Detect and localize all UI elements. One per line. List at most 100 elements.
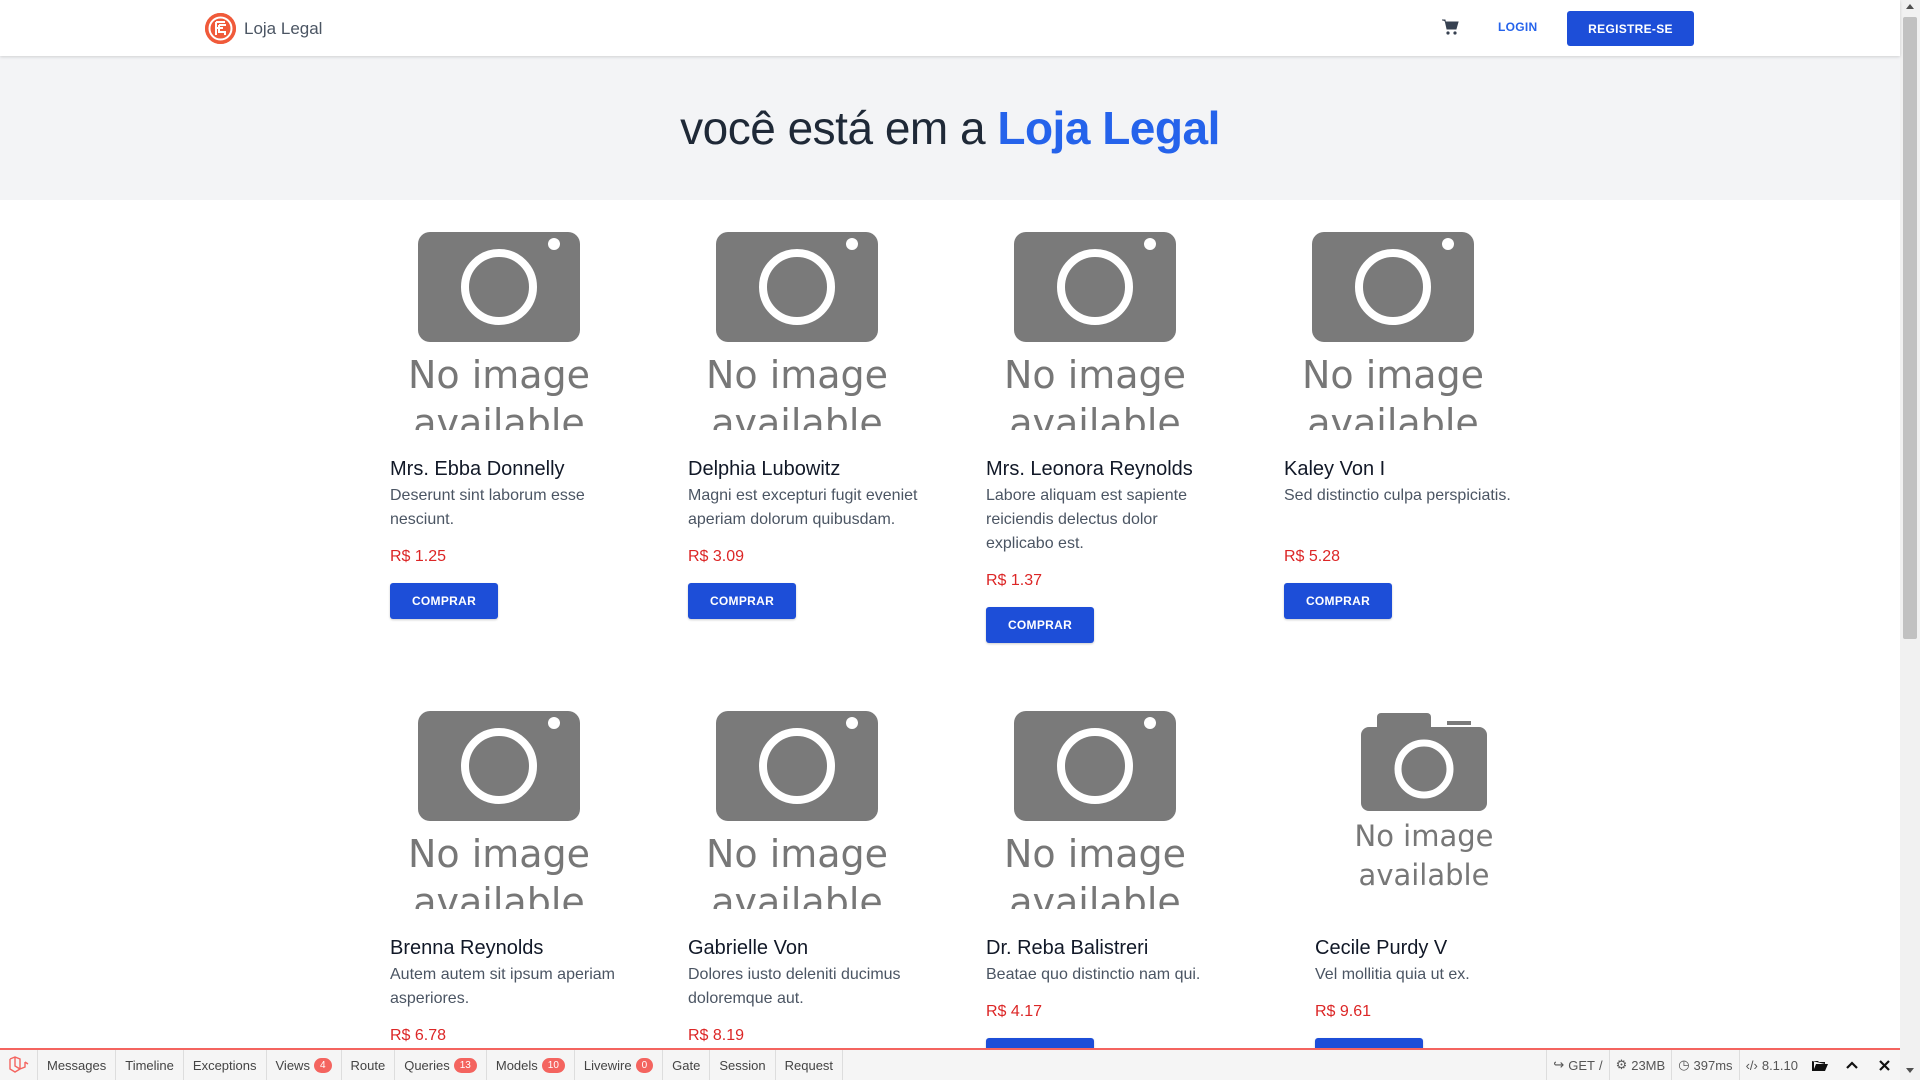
close-icon[interactable] — [1868, 1050, 1900, 1080]
debugbar-tab-badge: 10 — [541, 1057, 565, 1073]
product-card: No image available Gabrielle Von Dolores iu… — [688, 709, 928, 1080]
svg-text:available: available — [1359, 858, 1490, 892]
debugbar: Messages Timeline Exceptions Views 4 Route Que… — [0, 1048, 1900, 1080]
cogs-icon: ⚙ — [1615, 1057, 1628, 1072]
laravel-logo-icon[interactable] — [0, 1050, 38, 1080]
debugbar-tab-views[interactable]: Views 4 — [267, 1050, 342, 1080]
product-name: Brenna Reynolds — [390, 937, 544, 959]
buy-button[interactable]: COMPRAR — [390, 583, 498, 619]
debugbar-tab-label: Models — [495, 1057, 538, 1073]
debugbar-tab-session[interactable]: Session — [710, 1050, 776, 1080]
scrollbar-thumb[interactable] — [1903, 17, 1917, 639]
debugbar-tab-label: Livewire — [583, 1057, 632, 1073]
product-price: R$ 8.19 — [688, 1027, 745, 1044]
no-image-placeholder: No image available — [1004, 711, 1186, 909]
scroll-down-icon[interactable] — [1906, 1068, 1914, 1073]
product-price: R$ 1.25 — [390, 548, 447, 565]
svg-text:No image: No image — [1355, 819, 1494, 853]
register-button[interactable]: REGISTRE-SE — [1567, 11, 1694, 46]
brand-logo-icon — [205, 13, 236, 44]
product-description: Dolores iusto deleniti ducimus doloremqu… — [688, 966, 901, 1007]
page-scrollbar[interactable] — [1900, 0, 1920, 1080]
buy-button[interactable]: COMPRAR — [1284, 583, 1392, 619]
product-name: Delphia Lubowitz — [688, 458, 841, 480]
folder-open-icon[interactable] — [1804, 1050, 1836, 1080]
no-image-placeholder: No image available — [706, 711, 888, 909]
debugbar-tab-models[interactable]: Models 10 — [487, 1050, 575, 1080]
product-description: Sed distinctio culpa perspiciatis. — [1284, 487, 1511, 504]
hero-title: você está em a Loja Legal — [680, 101, 1220, 155]
navbar: Loja Legal LOGIN REGISTRE-SE — [0, 0, 1900, 56]
debugbar-tab-label: Timeline — [125, 1057, 174, 1073]
svg-text:available: available — [711, 880, 883, 909]
svg-text:available: available — [1009, 880, 1181, 909]
debugbar-tab-messages[interactable]: Messages — [38, 1050, 117, 1080]
request-duration: ◷ 397ms — [1671, 1050, 1738, 1080]
debugbar-tab-label: Gate — [672, 1057, 701, 1073]
svg-text:No image: No image — [1004, 353, 1186, 397]
svg-text:No image: No image — [1004, 832, 1186, 876]
brand-link[interactable]: Loja Legal — [205, 13, 322, 44]
product-description: Magni est excepturi fugit eveniet aperia… — [688, 487, 918, 528]
scroll-up-icon[interactable] — [1906, 4, 1914, 9]
product-price: R$ 4.17 — [986, 1003, 1043, 1020]
svg-text:available: available — [1009, 401, 1181, 430]
product-name: Cecile Purdy V — [1315, 937, 1448, 959]
svg-text:available: available — [413, 880, 585, 909]
product-name: Mrs. Leonora Reynolds — [986, 458, 1193, 480]
debugbar-tab-label: Views — [275, 1057, 310, 1073]
cart-icon[interactable] — [1441, 18, 1459, 36]
product-price: R$ 5.28 — [1284, 548, 1341, 565]
svg-text:No image: No image — [706, 353, 888, 397]
debugbar-tab-label: Exceptions — [192, 1057, 257, 1073]
product-description: Beatae quo distinctio nam qui. — [986, 966, 1201, 983]
product-description: Labore aliquam est sapiente reiciendis d… — [986, 487, 1188, 552]
debugbar-tab-livewire[interactable]: Livewire 0 — [575, 1050, 664, 1080]
product-card: No image available Mrs. Ebba Donnelly Deser… — [390, 230, 630, 630]
method-label: GET — [1568, 1057, 1595, 1073]
product-card: No image available Brenna Reynolds Autem au… — [390, 709, 630, 1080]
product-price: R$ 9.61 — [1315, 1003, 1372, 1020]
brand-name: Loja Legal — [244, 18, 323, 38]
svg-text:No image: No image — [408, 832, 590, 876]
buy-button[interactable]: COMPRAR — [986, 607, 1094, 643]
debugbar-tab-label: Queries — [404, 1057, 450, 1073]
debugbar-tab-label: Session — [719, 1057, 766, 1073]
login-link[interactable]: LOGIN — [1498, 20, 1538, 34]
debugbar-tab-route[interactable]: Route — [342, 1050, 396, 1080]
no-image-placeholder: No image available — [1004, 232, 1186, 430]
product-description: Autem autem sit ipsum aperiam asperiores… — [390, 966, 615, 1007]
debugbar-tab-timeline[interactable]: Timeline — [116, 1050, 184, 1080]
clock-icon: ◷ — [1678, 1057, 1690, 1072]
product-price: R$ 1.37 — [986, 572, 1043, 589]
debugbar-tab-badge: 13 — [453, 1057, 477, 1073]
debugbar-tab-label: Request — [784, 1057, 834, 1073]
no-image-placeholder: No image available — [706, 232, 888, 430]
debugbar-tab-exceptions[interactable]: Exceptions — [184, 1050, 267, 1080]
debugbar-stats: ↪ GET / ⚙ 23MB ◷ 397ms ‹/› 8.1.10 — [1546, 1050, 1900, 1080]
php-version: ‹/› 8.1.10 — [1738, 1050, 1804, 1080]
buy-button[interactable]: COMPRAR — [688, 583, 796, 619]
product-card: No image available Cecile Purdy V Vel molli… — [1315, 709, 1555, 1080]
svg-text:available: available — [413, 401, 585, 430]
request-method: ↪ GET / — [1546, 1050, 1608, 1080]
debugbar-tab-queries[interactable]: Queries 13 — [395, 1050, 487, 1080]
debugbar-tab-gate[interactable]: Gate — [663, 1050, 711, 1080]
product-price: R$ 6.78 — [390, 1027, 447, 1044]
path-label: / — [1598, 1057, 1603, 1073]
time-label: 397ms — [1693, 1057, 1733, 1073]
maximize-icon[interactable] — [1836, 1050, 1868, 1080]
no-image-placeholder: No image available — [408, 232, 590, 430]
product-card: No image available Delphia Lubowitz Magni e… — [688, 230, 928, 630]
hero-banner: você está em a Loja Legal — [0, 56, 1900, 200]
debugbar-tab-label: Route — [350, 1057, 386, 1073]
debugbar-tab-request[interactable]: Request — [776, 1050, 844, 1080]
no-image-placeholder: No image available — [408, 711, 590, 909]
debugbar-tab-badge: 4 — [313, 1057, 332, 1073]
product-description: Deserunt sint laborum esse nesciunt. — [390, 487, 585, 528]
svg-text:available: available — [711, 401, 883, 430]
debugbar-tab-badge: 0 — [635, 1057, 654, 1073]
memory-label: 23MB — [1631, 1057, 1666, 1073]
no-image-placeholder: No image available — [1355, 713, 1494, 892]
product-name: Gabrielle Von — [688, 937, 809, 959]
